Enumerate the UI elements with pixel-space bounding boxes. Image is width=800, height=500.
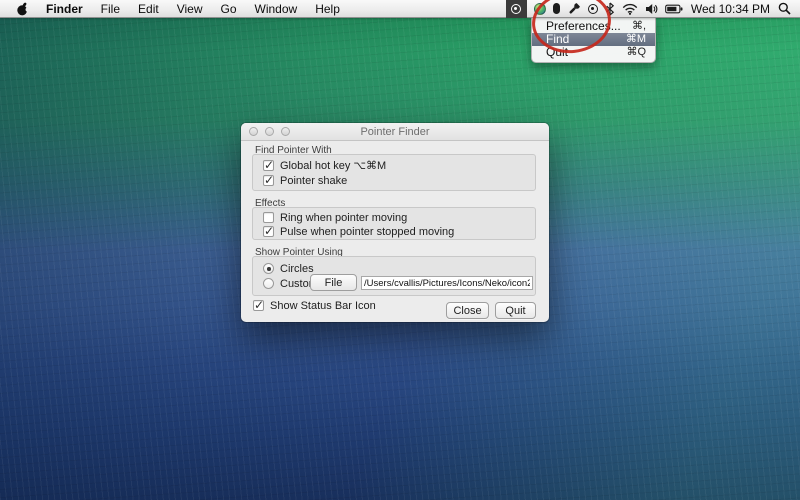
checkbox-row: ✓ Global hot key ⌥⌘M [263, 159, 386, 172]
target-status-icon[interactable] [588, 0, 598, 18]
checkbox-row: Ring when pointer moving [263, 211, 407, 224]
desktop-wallpaper: Finder File Edit View Go Window Help [0, 0, 800, 500]
target-icon [588, 4, 598, 14]
flashlight-icon [567, 2, 581, 16]
circles-radio[interactable] [263, 263, 274, 274]
ring-when-moving-checkbox[interactable] [263, 212, 274, 223]
pointer-finder-window: Pointer Finder Find Pointer With ✓ Globa… [241, 123, 549, 322]
mouse-icon [553, 3, 560, 14]
menu-item-view[interactable]: View [168, 0, 212, 17]
radio-label: Circles [280, 263, 314, 275]
zoom-window-button[interactable] [281, 127, 290, 136]
spotlight-status-icon[interactable] [778, 0, 791, 18]
menu-item-edit[interactable]: Edit [129, 0, 168, 17]
file-button[interactable]: File [310, 274, 357, 291]
global-hotkey-checkbox[interactable]: ✓ [263, 160, 274, 171]
menu-item-help[interactable]: Help [306, 0, 349, 17]
custom-icon-path-field[interactable] [361, 276, 533, 290]
bluetooth-icon [605, 2, 615, 16]
status-menu: Preferences... ⌘, Find ⌘M Quit ⌘Q [531, 18, 656, 63]
checkbox-label: Pulse when pointer stopped moving [280, 226, 454, 238]
battery-status-icon[interactable] [665, 0, 683, 18]
window-title-bar[interactable]: Pointer Finder [241, 123, 549, 141]
pulse-when-stopped-checkbox[interactable]: ✓ [263, 226, 274, 237]
custom-radio[interactable] [263, 278, 274, 289]
checkbox-row: ✓ Pointer shake [263, 174, 347, 187]
menu-item-finder[interactable]: Finder [37, 0, 92, 17]
menu-item-window[interactable]: Window [246, 0, 307, 17]
menu-bar-status-area: Wed 10:34 PM [506, 0, 800, 17]
quit-button[interactable]: Quit [495, 302, 536, 319]
menu-bar: Finder File Edit View Go Window Help [0, 0, 800, 18]
menu-item-quit[interactable]: Quit ⌘Q [532, 46, 655, 59]
menu-item-shortcut: ⌘M [626, 33, 646, 46]
spotlight-search-icon [778, 2, 791, 15]
volume-status-icon[interactable] [645, 0, 658, 18]
mouse-status-icon[interactable] [553, 0, 560, 18]
apple-menu[interactable] [8, 0, 37, 17]
pointer-shake-checkbox[interactable]: ✓ [263, 175, 274, 186]
checkbox-row: ✓ Pulse when pointer stopped moving [263, 225, 454, 238]
radio-row: Circles [263, 262, 314, 275]
group-box-find-pointer-with: ✓ Global hot key ⌥⌘M ✓ Pointer shake [252, 154, 536, 191]
close-button[interactable]: Close [446, 302, 489, 319]
menu-item-shortcut: ⌘, [632, 20, 646, 33]
checkbox-label: Ring when pointer moving [280, 212, 407, 224]
flashlight-status-icon[interactable] [567, 0, 581, 18]
checkbox-row: ✓ Show Status Bar Icon [253, 299, 376, 312]
menu-bar-left: Finder File Edit View Go Window Help [0, 0, 349, 17]
window-title: Pointer Finder [360, 126, 429, 138]
menu-item-go[interactable]: Go [212, 0, 246, 17]
color-app-status-icon[interactable] [534, 0, 546, 18]
minimize-window-button[interactable] [265, 127, 274, 136]
battery-icon [665, 4, 683, 14]
target-icon [511, 4, 521, 14]
group-box-effects: Ring when pointer moving ✓ Pulse when po… [252, 207, 536, 240]
show-status-bar-icon-checkbox[interactable]: ✓ [253, 300, 264, 311]
volume-icon [645, 3, 658, 15]
pointer-finder-status-icon[interactable] [506, 0, 527, 18]
close-window-button[interactable] [249, 127, 258, 136]
menu-bar-clock[interactable]: Wed 10:34 PM [690, 2, 771, 16]
checkbox-label: Global hot key ⌥⌘M [280, 159, 386, 172]
wifi-status-icon[interactable] [622, 0, 638, 18]
apple-icon [16, 2, 29, 16]
window-controls [249, 127, 290, 136]
bluetooth-status-icon[interactable] [605, 0, 615, 18]
menu-item-label: Quit [546, 46, 626, 59]
checkbox-label: Pointer shake [280, 175, 347, 187]
group-box-show-pointer-using: Circles Custom File [252, 256, 536, 296]
color-app-icon [534, 3, 546, 15]
checkbox-label: Show Status Bar Icon [270, 300, 376, 312]
wifi-icon [622, 3, 638, 15]
menu-item-file[interactable]: File [92, 0, 129, 17]
menu-item-shortcut: ⌘Q [626, 46, 646, 59]
